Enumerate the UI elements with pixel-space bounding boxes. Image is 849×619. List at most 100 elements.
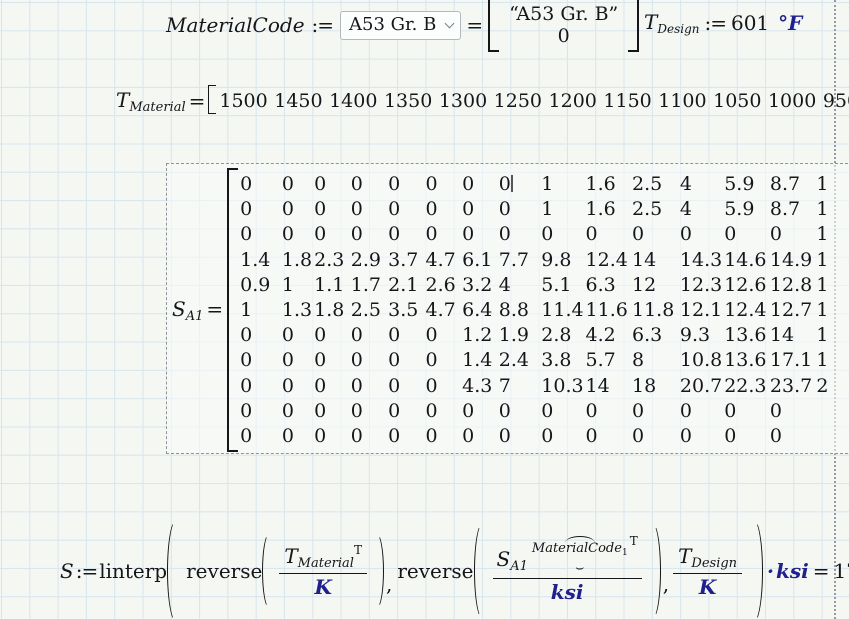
matrix-cell: 0 [351, 171, 388, 196]
matrix-cell: 0 [462, 171, 499, 196]
assign-operator: := [310, 13, 336, 37]
matrix-cell: 0 [426, 373, 463, 398]
smile-icon: ⌣ [575, 562, 584, 574]
mathcad-worksheet: MaterialCode := A53 Gr. B = “A53 Gr. B” … [0, 0, 849, 619]
matrix-cell: 0 [426, 197, 463, 222]
left-bracket [488, 0, 499, 52]
matrix-cell: 0 [282, 171, 314, 196]
fraction-bar [673, 573, 742, 574]
matrix-cell: 0 [462, 197, 499, 222]
matrix-cell: 1 [282, 272, 314, 297]
matrix-cell: 0 [314, 373, 351, 398]
comma: , [661, 572, 671, 596]
matrix-cell: 0 [240, 423, 282, 448]
fraction-bar [279, 573, 367, 574]
right-bracket [628, 0, 639, 52]
matrix-cell: 12 [632, 272, 680, 297]
matrix-cell: 0 [351, 197, 388, 222]
matrix-cell: 0 [632, 398, 680, 423]
t-material-value: 950 [823, 90, 849, 112]
t-material-region[interactable]: TMaterial = 1500145014001350130012501200… [116, 85, 849, 117]
matrix-cell: 0 [240, 398, 282, 423]
matrix-cell: 0 [314, 323, 351, 348]
matrix-cell: 1 [816, 348, 849, 373]
matrix-cell: 0 [541, 423, 585, 448]
t-design-region[interactable]: TDesign := 601 °F [644, 7, 802, 39]
matrix-cell: 1 [816, 222, 849, 247]
matrix-cell: 1.3 [282, 297, 314, 322]
t-material-value: 1400 [329, 90, 377, 112]
matrix-cell: 3.7 [388, 247, 425, 272]
matrix-cell: 7 [499, 373, 541, 398]
material-code-region[interactable]: MaterialCode := A53 Gr. B = “A53 Gr. B” … [166, 0, 639, 52]
matrix-row: 00000000000000 [240, 398, 849, 423]
matrix-cell: 12.1 [680, 297, 724, 322]
matrix-cell: 1 [816, 323, 849, 348]
matrix-cell: 2.8 [541, 323, 585, 348]
matrix-cell: 0 [462, 398, 499, 423]
matrix-cell: 13.6 [724, 323, 770, 348]
matrix-cell: 7.7 [499, 247, 541, 272]
matrix-cell: 0 [240, 222, 282, 247]
matrix-cell: 4 [499, 272, 541, 297]
matrix-cell: 2.1 [388, 272, 425, 297]
matrix-cell: 0 [240, 348, 282, 373]
matrix-cell: 0 [680, 398, 724, 423]
matrix-cell: 5.7 [586, 348, 632, 373]
matrix-cell: 3.2 [462, 272, 499, 297]
matrix-cell: 1.1 [314, 272, 351, 297]
matrix-cell: 14 [586, 373, 632, 398]
material-code-combobox[interactable]: A53 Gr. B [340, 11, 461, 40]
hat-icon [565, 536, 595, 543]
matrix-cell: 6.4 [462, 297, 499, 322]
vector-value: “A53 Gr. B” [509, 3, 618, 25]
matrix-cell: 4.7 [426, 247, 463, 272]
matrix-cell: 2.3 [314, 247, 351, 272]
t-design-name: TDesign [644, 10, 699, 36]
matrix-cell: 12.4 [724, 297, 770, 322]
t-design-over-k-fraction: TDesign K [673, 544, 742, 599]
matrix-cell: 17.1 [770, 348, 816, 373]
open-paren [167, 519, 186, 619]
matrix-cell: 0 [240, 171, 282, 196]
matrix-cell: 5.9 [724, 171, 770, 196]
matrix-cell: 0 [724, 222, 770, 247]
matrix-cell: 1 [240, 297, 282, 322]
matrix-cell: 23.7 [770, 373, 816, 398]
matrix-row: 0000000011.62.545.98.71 [240, 171, 849, 196]
matrix-cell: 0 [770, 398, 816, 423]
matrix-cell: 0 [314, 423, 351, 448]
matrix-row: 0000001.42.43.85.7810.813.617.11 [240, 348, 849, 373]
matrix-cell: 18 [632, 373, 680, 398]
matrix-cell: 12.3 [680, 272, 724, 297]
t-material-over-k-fraction: TMaterialT K [279, 543, 367, 599]
left-bracket [208, 85, 216, 114]
matrix-cell: 2.5 [632, 171, 680, 196]
matrix-cell: 11.8 [632, 297, 680, 322]
matrix-cell: 0 [724, 423, 770, 448]
matrix-cell: 0 [680, 222, 724, 247]
matrix-cell: 5.1 [541, 272, 585, 297]
chevron-down-icon[interactable] [445, 18, 455, 28]
matrix-cell: 1 [816, 272, 849, 297]
matrix-cell: 1 [541, 171, 585, 196]
reverse-function: reverse [186, 559, 262, 583]
matrix-cell: 0 [314, 398, 351, 423]
interp-formula-region[interactable]: S := linterp reverse TMaterialT K , reve… [60, 513, 849, 619]
matrix-cell: 0 [388, 323, 425, 348]
s-a1-matrix-region[interactable]: SA1= 0000000011.62.545.98.710000000011.6… [172, 168, 849, 452]
matrix-cell: 0 [282, 398, 314, 423]
material-code-result-vector: “A53 Gr. B” 0 [488, 0, 639, 52]
matrix-row: 11.31.82.53.54.76.48.811.411.611.812.112… [240, 297, 849, 322]
matrix-cell: 0 [282, 373, 314, 398]
linterp-function: linterp [99, 559, 167, 583]
material-code-name: MaterialCode [166, 13, 305, 37]
matrix-cell: 12.8 [770, 272, 816, 297]
t-material-value: 1200 [549, 90, 597, 112]
matrix-cell: 0 [314, 348, 351, 373]
matrix-cell: 0 [541, 398, 585, 423]
matrix-row: 000000000000001 [240, 222, 849, 247]
matrix-cell: 1.8 [314, 297, 351, 322]
matrix-cell [816, 398, 849, 423]
matrix-cell: 1.7 [351, 272, 388, 297]
